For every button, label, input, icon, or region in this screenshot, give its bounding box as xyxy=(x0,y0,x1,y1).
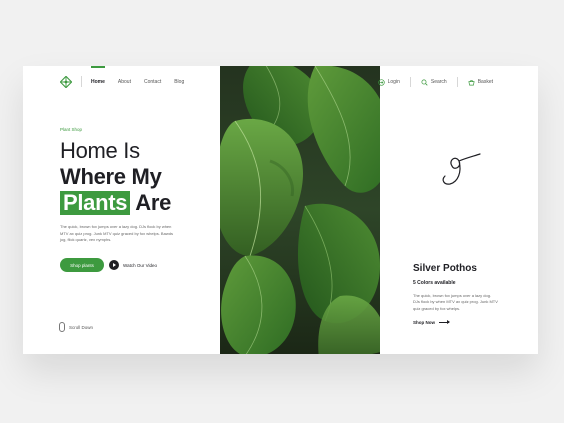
hero-description: The quick, brown fox jumps over a lazy d… xyxy=(60,224,173,243)
logo-icon[interactable] xyxy=(60,76,72,88)
headline-line-1: Home Is xyxy=(60,138,140,163)
login-label: Login xyxy=(387,79,400,85)
watch-video-button[interactable]: Watch Our Video xyxy=(109,260,157,270)
header-divider xyxy=(456,77,458,87)
product-subtitle: 5 Colors available xyxy=(413,280,456,286)
headline-tail: Are xyxy=(135,190,172,215)
main-nav: Home About Contact Blog xyxy=(91,66,184,85)
nav-contact[interactable]: Contact xyxy=(144,79,161,85)
signature-icon xyxy=(442,153,481,185)
shop-plants-button[interactable]: Shop plants xyxy=(60,258,104,272)
hero-headline: Home Is Where My Plants Are xyxy=(60,138,171,216)
headline-highlight: Plants xyxy=(60,191,131,215)
basket-icon xyxy=(468,79,475,85)
headline-line-2: Where My xyxy=(60,164,162,189)
product-description: The quick, brown fox jumps over a lazy d… xyxy=(413,293,498,311)
scroll-down-label: Scroll Down xyxy=(69,324,94,330)
product-title: Silver Pothos xyxy=(413,263,477,274)
header-actions: Login Search Basket xyxy=(377,77,493,87)
headline-line-3: Plants Are xyxy=(60,190,171,216)
landing-card: Home About Contact Blog Plant Shop Home … xyxy=(23,66,538,354)
shop-plants-label: Shop plants xyxy=(70,262,94,268)
arrow-right-icon xyxy=(439,320,450,324)
shop-now-link[interactable]: Shop Now xyxy=(413,320,450,325)
nav-about[interactable]: About xyxy=(118,79,131,85)
header-divider xyxy=(409,77,411,87)
nav-blog[interactable]: Blog xyxy=(174,79,184,85)
search-icon xyxy=(421,79,428,86)
search-label: Search xyxy=(430,79,447,85)
login-link[interactable]: Login xyxy=(377,78,400,86)
shop-now-label: Shop Now xyxy=(413,320,435,325)
basket-label: Basket xyxy=(477,79,493,85)
plant-photo xyxy=(220,66,380,354)
watch-video-label: Watch Our Video xyxy=(123,262,158,268)
basket-link[interactable]: Basket xyxy=(468,79,493,86)
mouse-icon xyxy=(59,322,65,332)
nav-home[interactable]: Home xyxy=(91,66,105,85)
scroll-down[interactable]: Scroll Down xyxy=(59,322,93,332)
nav-divider xyxy=(81,76,82,87)
login-icon xyxy=(377,78,385,86)
play-icon xyxy=(109,260,119,270)
leaves-illustration xyxy=(220,66,380,354)
hero-tag: Plant Shop xyxy=(60,127,83,132)
search-link[interactable]: Search xyxy=(421,79,447,86)
